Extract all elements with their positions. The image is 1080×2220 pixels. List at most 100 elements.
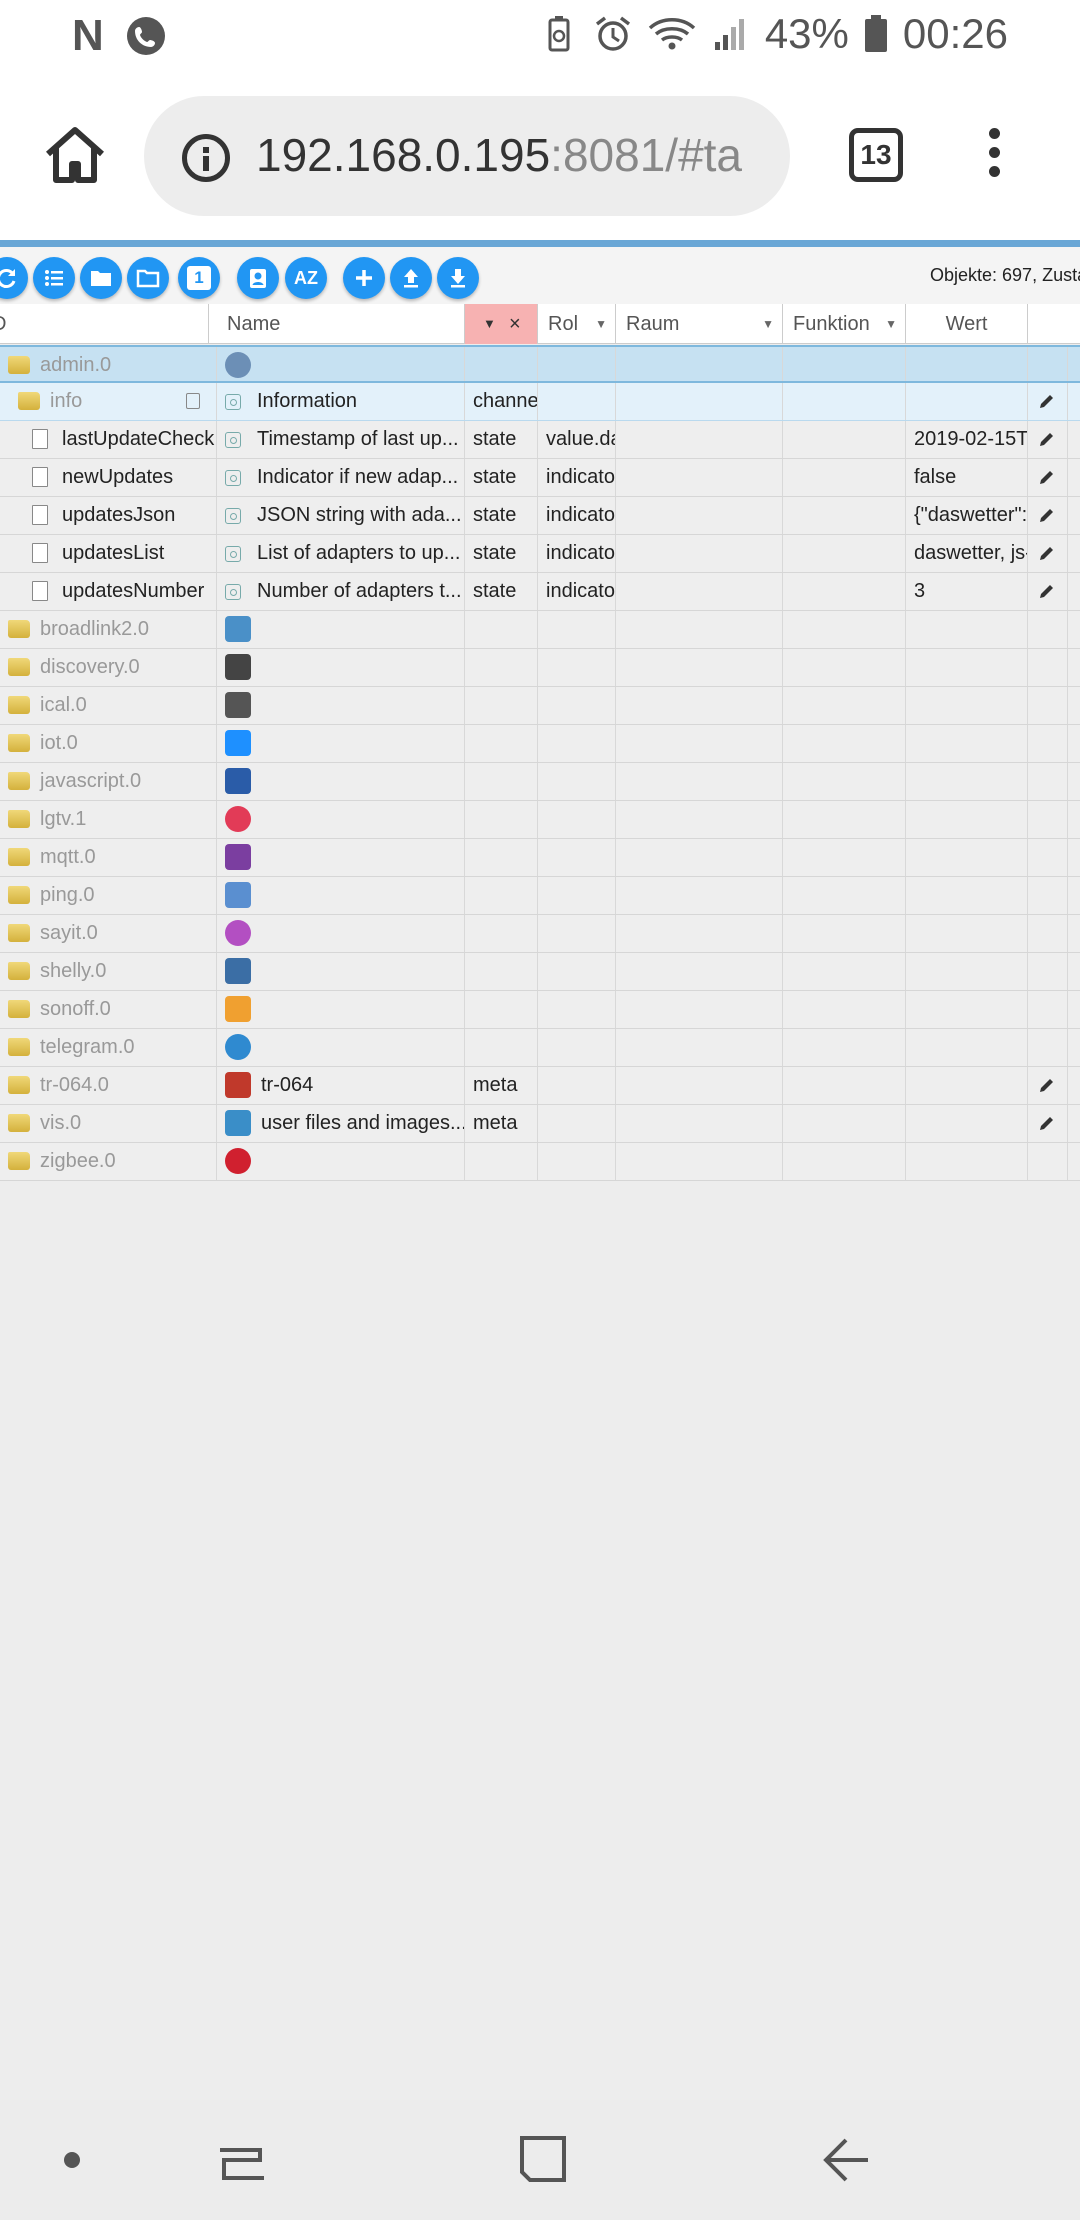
row-function-cell[interactable] bbox=[783, 1029, 906, 1066]
row-id-cell[interactable]: ping.0 bbox=[0, 877, 217, 914]
table-row[interactable]: iot.0 bbox=[0, 725, 1080, 763]
header-type-filter[interactable]: ▼ × bbox=[465, 304, 538, 344]
row-id-cell[interactable]: info bbox=[0, 383, 217, 420]
upload-icon[interactable] bbox=[390, 257, 432, 299]
row-type-cell[interactable] bbox=[465, 649, 538, 686]
row-name-cell[interactable] bbox=[217, 953, 465, 990]
add-icon[interactable] bbox=[343, 257, 385, 299]
row-function-cell[interactable] bbox=[783, 801, 906, 838]
row-actions-cell[interactable] bbox=[1028, 1029, 1068, 1066]
row-room-cell[interactable] bbox=[616, 1067, 783, 1104]
row-role-cell[interactable]: indicato bbox=[538, 573, 616, 610]
table-row[interactable]: vis.0 user files and images... meta bbox=[0, 1105, 1080, 1143]
row-type-cell[interactable]: state bbox=[465, 535, 538, 572]
row-actions-cell[interactable] bbox=[1028, 347, 1068, 381]
header-function[interactable]: Funktion ▼ bbox=[783, 304, 906, 344]
row-type-cell[interactable]: meta bbox=[465, 1105, 538, 1142]
edit-pencil-icon[interactable] bbox=[1036, 428, 1058, 450]
row-type-cell[interactable]: meta bbox=[465, 1067, 538, 1104]
row-value-cell[interactable] bbox=[906, 1029, 1028, 1066]
header-name[interactable]: Name bbox=[217, 304, 465, 344]
overflow-menu-icon[interactable] bbox=[984, 128, 1004, 188]
table-row[interactable]: updatesNumber Number of adapters t... stat… bbox=[0, 573, 1080, 611]
row-actions-cell[interactable] bbox=[1028, 459, 1068, 496]
table-row[interactable]: newUpdates Indicator if new adap... state i… bbox=[0, 459, 1080, 497]
function-dropdown-icon[interactable]: ▼ bbox=[885, 304, 897, 344]
row-id-cell[interactable]: tr-064.0 bbox=[0, 1067, 217, 1104]
row-id-cell[interactable]: ical.0 bbox=[0, 687, 217, 724]
row-actions-cell[interactable] bbox=[1028, 1143, 1068, 1180]
row-name-cell[interactable]: Number of adapters t... bbox=[217, 573, 465, 610]
row-room-cell[interactable] bbox=[616, 347, 783, 381]
row-function-cell[interactable] bbox=[783, 687, 906, 724]
row-room-cell[interactable] bbox=[616, 953, 783, 990]
row-actions-cell[interactable] bbox=[1028, 877, 1068, 914]
refresh-icon[interactable] bbox=[0, 257, 28, 299]
row-value-cell[interactable]: 2019-02-15T bbox=[906, 421, 1028, 458]
row-type-cell[interactable]: state bbox=[465, 421, 538, 458]
row-name-cell[interactable]: Timestamp of last up... bbox=[217, 421, 465, 458]
row-function-cell[interactable] bbox=[783, 497, 906, 534]
row-value-cell[interactable] bbox=[906, 687, 1028, 724]
list-icon[interactable] bbox=[33, 257, 75, 299]
row-name-cell[interactable] bbox=[217, 347, 465, 381]
row-role-cell[interactable] bbox=[538, 991, 616, 1028]
table-row[interactable]: zigbee.0 bbox=[0, 1143, 1080, 1181]
row-id-cell[interactable]: sonoff.0 bbox=[0, 991, 217, 1028]
row-id-cell[interactable]: javascript.0 bbox=[0, 763, 217, 800]
row-function-cell[interactable] bbox=[783, 535, 906, 572]
table-row[interactable]: sonoff.0 bbox=[0, 991, 1080, 1029]
row-role-cell[interactable] bbox=[538, 839, 616, 876]
table-row[interactable]: ping.0 bbox=[0, 877, 1080, 915]
sort-az-icon[interactable]: AZ bbox=[285, 257, 327, 299]
table-row[interactable]: info Information channe bbox=[0, 383, 1080, 421]
header-value[interactable]: Wert bbox=[906, 304, 1028, 344]
row-actions-cell[interactable] bbox=[1028, 573, 1068, 610]
row-function-cell[interactable] bbox=[783, 649, 906, 686]
table-row[interactable]: shelly.0 bbox=[0, 953, 1080, 991]
row-room-cell[interactable] bbox=[616, 1029, 783, 1066]
row-id-cell[interactable]: shelly.0 bbox=[0, 953, 217, 990]
row-id-cell[interactable]: broadlink2.0 bbox=[0, 611, 217, 648]
row-role-cell[interactable] bbox=[538, 763, 616, 800]
row-function-cell[interactable] bbox=[783, 383, 906, 420]
row-value-cell[interactable] bbox=[906, 801, 1028, 838]
edit-pencil-icon[interactable] bbox=[1036, 542, 1058, 564]
row-actions-cell[interactable] bbox=[1028, 725, 1068, 762]
row-type-cell[interactable] bbox=[465, 915, 538, 952]
row-role-cell[interactable]: indicato bbox=[538, 497, 616, 534]
row-function-cell[interactable] bbox=[783, 915, 906, 952]
row-type-cell[interactable] bbox=[465, 991, 538, 1028]
edit-pencil-icon[interactable] bbox=[1036, 580, 1058, 602]
row-value-cell[interactable]: false bbox=[906, 459, 1028, 496]
row-room-cell[interactable] bbox=[616, 839, 783, 876]
row-value-cell[interactable]: daswetter, js- bbox=[906, 535, 1028, 572]
url-text[interactable]: 192.168.0.195:8081/#ta bbox=[256, 128, 742, 182]
row-actions-cell[interactable] bbox=[1028, 763, 1068, 800]
table-row[interactable]: lgtv.1 bbox=[0, 801, 1080, 839]
row-name-cell[interactable]: Information bbox=[217, 383, 465, 420]
row-room-cell[interactable] bbox=[616, 421, 783, 458]
edit-pencil-icon[interactable] bbox=[1036, 504, 1058, 526]
row-role-cell[interactable] bbox=[538, 1067, 616, 1104]
nav-dot-icon[interactable] bbox=[64, 2152, 80, 2168]
row-value-cell[interactable] bbox=[906, 953, 1028, 990]
row-room-cell[interactable] bbox=[616, 611, 783, 648]
row-function-cell[interactable] bbox=[783, 839, 906, 876]
row-function-cell[interactable] bbox=[783, 573, 906, 610]
row-room-cell[interactable] bbox=[616, 649, 783, 686]
row-id-cell[interactable]: admin.0 bbox=[0, 347, 217, 381]
row-value-cell[interactable] bbox=[906, 1067, 1028, 1104]
row-function-cell[interactable] bbox=[783, 421, 906, 458]
row-actions-cell[interactable] bbox=[1028, 1105, 1068, 1142]
row-actions-cell[interactable] bbox=[1028, 535, 1068, 572]
row-type-cell[interactable] bbox=[465, 1029, 538, 1066]
row-actions-cell[interactable] bbox=[1028, 687, 1068, 724]
row-type-cell[interactable] bbox=[465, 839, 538, 876]
row-id-cell[interactable]: lastUpdateCheck bbox=[0, 421, 217, 458]
folder-closed-icon[interactable] bbox=[80, 257, 122, 299]
row-function-cell[interactable] bbox=[783, 347, 906, 381]
row-type-cell[interactable] bbox=[465, 687, 538, 724]
row-actions-cell[interactable] bbox=[1028, 953, 1068, 990]
row-role-cell[interactable] bbox=[538, 611, 616, 648]
